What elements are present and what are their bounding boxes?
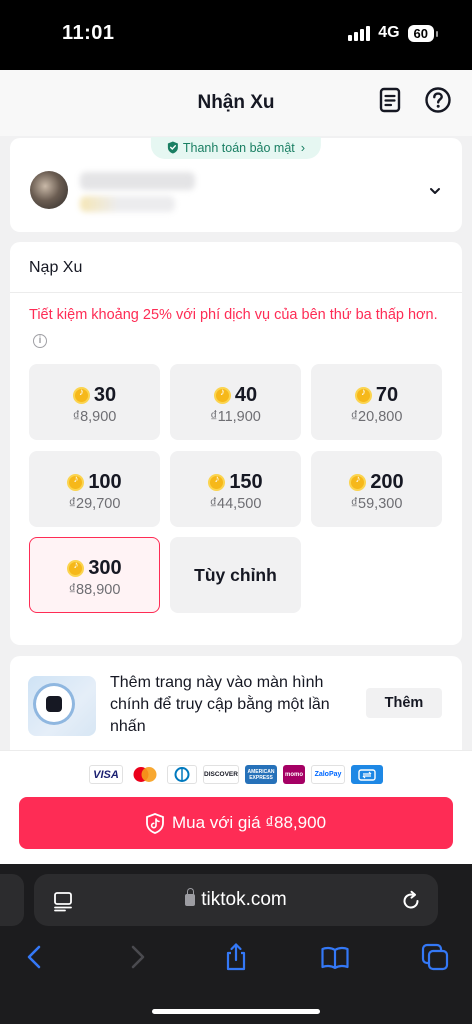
coin-amount: 70 — [375, 384, 399, 406]
coin-package-300-selected[interactable]: 300 ₫88,900 — [29, 537, 160, 613]
package-price: ₫59,300 — [350, 496, 403, 512]
lock-icon — [185, 888, 196, 906]
help-icon[interactable] — [424, 86, 452, 114]
coin-icon — [349, 474, 367, 491]
reload-icon[interactable] — [400, 890, 422, 912]
url-display[interactable]: tiktok.com — [34, 888, 438, 911]
package-price: ₫44,500 — [209, 496, 262, 512]
divider — [10, 292, 462, 293]
coin-package-150[interactable]: 150 ₫44,500 — [170, 451, 301, 527]
cellular-signal-icon — [348, 25, 371, 41]
blurred-username — [80, 172, 195, 190]
purchase-bar: VISA DISCOVER AMERICAN EXPRESS momo Zalo… — [0, 750, 472, 864]
section-title: Nạp Xu — [29, 259, 83, 276]
page-header: Nhận Xu — [0, 70, 472, 136]
home-indicator — [152, 1009, 320, 1014]
add-to-home-thumbnail — [28, 676, 96, 736]
chevron-right-icon: › — [300, 140, 306, 155]
coin-package-100[interactable]: 100 ₫29,700 — [29, 451, 160, 527]
back-icon[interactable] — [20, 942, 50, 972]
package-price: ₫11,900 — [210, 409, 261, 425]
previous-tab-preview[interactable] — [0, 874, 24, 926]
promo-label: Tiết kiệm khoảng 25% với phí dịch vụ của… — [29, 307, 438, 323]
status-time: 11:01 — [62, 22, 115, 44]
transactions-doc-icon[interactable] — [376, 86, 404, 114]
package-price: ₫29,700 — [68, 496, 121, 512]
coin-package-200[interactable]: 200 ₫59,300 — [311, 451, 442, 527]
payment-methods: VISA DISCOVER AMERICAN EXPRESS momo Zalo… — [0, 765, 472, 784]
promo-text: Tiết kiệm khoảng 25% với phí dịch vụ của… — [29, 304, 439, 348]
battery-icon: 60 — [407, 24, 439, 42]
blurred-account-info — [80, 196, 175, 212]
diners-logo — [167, 765, 197, 784]
discover-logo: DISCOVER — [203, 765, 239, 784]
network-type: 4G — [378, 24, 400, 41]
browser-chrome: tiktok.com — [0, 864, 472, 1024]
coin-package-40[interactable]: 40 ₫11,900 — [170, 364, 301, 440]
url-text: tiktok.com — [201, 889, 287, 910]
account-card[interactable]: Thanh toán bảo mật › — [10, 137, 462, 232]
chevron-down-icon[interactable] — [428, 184, 442, 198]
recharge-card: Nạp Xu Tiết kiệm khoảng 25% với phí dịch… — [10, 242, 462, 645]
tabs-icon[interactable] — [420, 942, 450, 972]
buy-button[interactable]: Mua với giá ₫88,900 — [19, 797, 453, 849]
amex-logo: AMERICAN EXPRESS — [245, 765, 277, 784]
coin-icon — [67, 560, 85, 577]
share-icon[interactable] — [221, 942, 251, 972]
coin-icon — [213, 387, 231, 404]
coin-amount: 300 — [88, 557, 122, 579]
info-icon[interactable]: i — [33, 334, 47, 348]
custom-amount-button[interactable]: Tùy chỉnh — [170, 537, 301, 613]
shield-tiktok-icon — [146, 812, 164, 834]
shield-check-icon — [167, 141, 178, 154]
app-content: Nhận Xu Thanh toán bảo mật › Nạp Xu Tiết… — [0, 70, 472, 864]
custom-amount-label: Tùy chỉnh — [194, 565, 277, 585]
coin-amount: 100 — [88, 471, 122, 493]
avatar — [30, 171, 68, 209]
bank-transfer-logo — [351, 765, 383, 784]
package-price: ₫88,900 — [68, 582, 121, 598]
coin-icon — [208, 474, 226, 491]
coin-icon — [72, 387, 90, 404]
address-bar[interactable]: tiktok.com — [34, 874, 438, 926]
coin-amount: 40 — [234, 384, 258, 406]
coin-icon — [354, 387, 372, 404]
coin-package-70[interactable]: 70 ₫20,800 — [311, 364, 442, 440]
package-price: ₫20,800 — [350, 409, 403, 425]
visa-logo: VISA — [89, 765, 123, 784]
secure-payment-badge[interactable]: Thanh toán bảo mật › — [150, 137, 322, 159]
coin-package-30[interactable]: 30 ₫8,900 — [29, 364, 160, 440]
coin-amount: 150 — [229, 471, 263, 493]
zalopay-logo: ZaloPay — [311, 765, 345, 784]
coin-icon — [67, 474, 85, 491]
status-indicators: 4G 60 — [348, 24, 439, 42]
secure-payment-label: Thanh toán bảo mật — [182, 140, 295, 155]
add-to-home-button[interactable]: Thêm — [366, 688, 442, 718]
browser-toolbar — [0, 940, 472, 980]
bookmarks-icon[interactable] — [320, 942, 350, 972]
momo-logo: momo — [283, 765, 305, 784]
mastercard-logo — [129, 765, 161, 784]
status-bar: 11:01 4G 60 — [0, 0, 472, 70]
coin-amount: 200 — [370, 471, 404, 493]
tiktok-app-icon — [36, 686, 72, 722]
add-to-home-text: Thêm trang này vào màn hình chính để tru… — [110, 674, 330, 735]
package-price: ₫8,900 — [72, 409, 117, 425]
forward-icon[interactable] — [122, 942, 152, 972]
coin-amount: 30 — [93, 384, 117, 406]
buy-button-label: Mua với giá ₫88,900 — [171, 813, 327, 832]
